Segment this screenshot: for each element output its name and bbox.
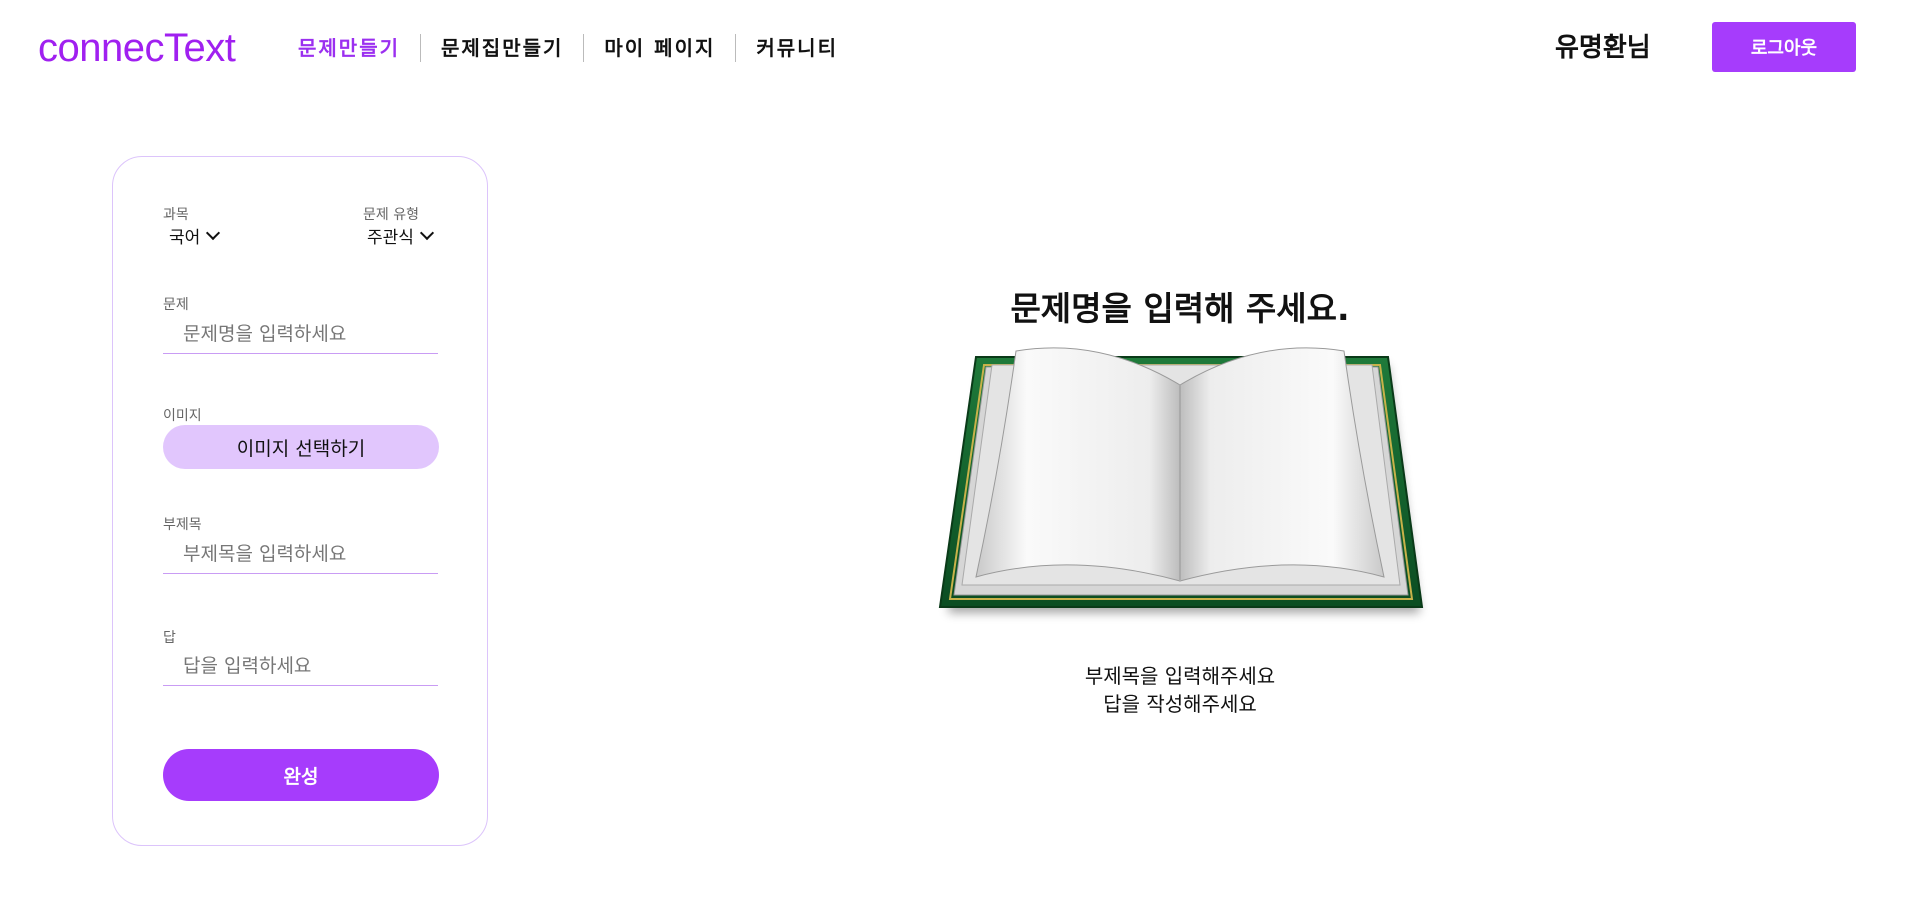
app-logo[interactable]: connecText: [38, 20, 236, 76]
subject-select[interactable]: 국어: [169, 223, 221, 248]
nav-create-question[interactable]: 문제만들기: [278, 30, 420, 66]
question-form-panel: 과목 국어 문제 유형 주관식 문제 이미지 이미지 선택하기 부제목 답 완성: [112, 156, 488, 846]
image-label: 이미지: [163, 408, 202, 424]
chevron-down-icon: [206, 225, 221, 241]
chevron-down-icon: [419, 225, 434, 241]
main-nav: 문제만들기 문제집만들기 마이 페이지 커뮤니티: [278, 30, 858, 66]
logout-button[interactable]: 로그아웃: [1712, 22, 1856, 72]
subject-select-value: 국어: [169, 228, 201, 248]
answer-input[interactable]: [163, 646, 438, 686]
preview-subtitle: 부제목을 입력해주세요: [1084, 664, 1276, 688]
select-image-button[interactable]: 이미지 선택하기: [163, 425, 439, 469]
subject-label: 과목: [163, 207, 189, 223]
question-type-select[interactable]: 주관식: [367, 223, 434, 248]
preview-answer: 답을 작성해주세요: [1103, 692, 1257, 716]
nav-my-page[interactable]: 마이 페이지: [584, 30, 735, 66]
question-type-label: 문제 유형: [363, 207, 419, 223]
subtitle-input[interactable]: [163, 534, 438, 574]
subtitle-label: 부제목: [163, 517, 202, 533]
open-book-icon: [920, 345, 1440, 645]
top-header: connecText 문제만들기 문제집만들기 마이 페이지 커뮤니티 유명환님…: [0, 0, 1920, 95]
complete-button[interactable]: 완성: [163, 749, 439, 801]
answer-label: 답: [163, 630, 176, 646]
question-type-select-value: 주관식: [367, 228, 414, 248]
preview-title: 문제명을 입력해 주세요.: [1010, 289, 1350, 328]
question-input[interactable]: [163, 314, 438, 354]
nav-create-workbook[interactable]: 문제집만들기: [421, 30, 583, 66]
user-name: 유명환님: [1555, 33, 1651, 63]
nav-community[interactable]: 커뮤니티: [736, 30, 858, 66]
question-label: 문제: [163, 297, 189, 313]
